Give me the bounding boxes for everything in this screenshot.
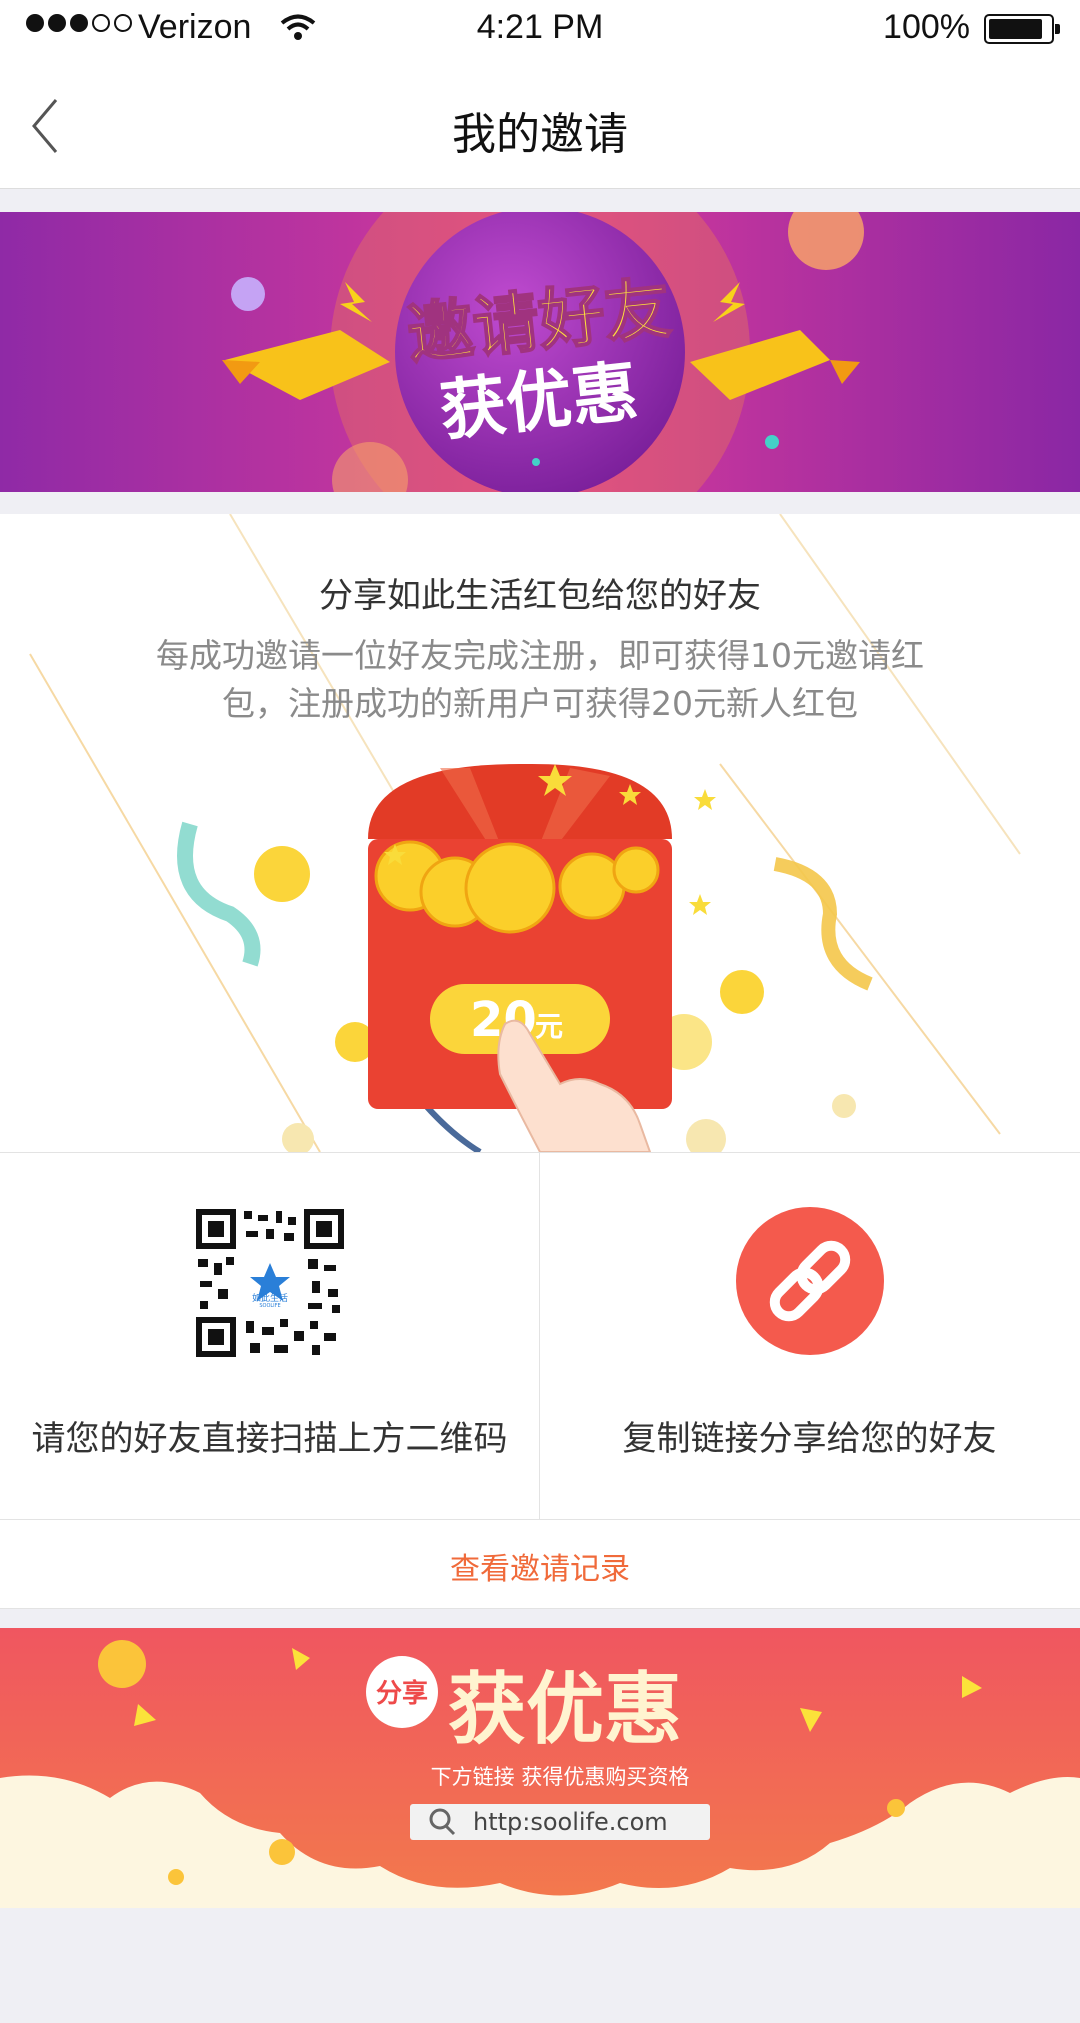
envelope-amount-unit: 元 bbox=[535, 1010, 563, 1043]
page-title: 我的邀请 bbox=[452, 109, 628, 160]
share-headline: 获优惠 bbox=[448, 1665, 682, 1755]
status-bar: Verizon 4:21 PM 100% bbox=[0, 0, 1080, 60]
invite-banner: 邀请好友 获优惠 bbox=[0, 142, 1080, 562]
invite-banner-graphic: 邀请好友 获优惠 bbox=[0, 142, 1080, 562]
qr-code-option[interactable]: 如此生活 SOOLIFE 请您的好友直接扫描上方二维码 bbox=[0, 1153, 539, 1519]
invite-heading: 分享如此生活红包给您的好友 bbox=[319, 576, 761, 616]
qr-code-icon: 如此生活 SOOLIFE bbox=[196, 1209, 344, 1357]
navigation-bar: 我的邀请 bbox=[0, 60, 1080, 189]
copy-link-label: 复制链接分享给您的好友 bbox=[622, 1419, 997, 1459]
invite-description: 每成功邀请一位好友完成注册，即可获得10元邀请红包，注册成功的新用户可获得20元… bbox=[156, 636, 924, 723]
invite-record-row[interactable]: 查看邀请记录 bbox=[0, 1519, 1080, 1609]
share-subline: 下方链接 获得优惠购买资格 bbox=[431, 1765, 690, 1789]
share-badge: 分享 bbox=[376, 1678, 428, 1709]
copy-link-option[interactable]: 复制链接分享给您的好友 bbox=[540, 1153, 1080, 1519]
link-icon bbox=[736, 1207, 884, 1355]
invite-record-link[interactable]: 查看邀请记录 bbox=[0, 1544, 1080, 1588]
battery-percent: 100% bbox=[883, 8, 970, 46]
share-banner-graphic: 分享 获优惠 下方链接 获得优惠购买资格 http:soolife.com bbox=[0, 1628, 1080, 1908]
share-discount-banner[interactable]: 分享 获优惠 下方链接 获得优惠购买资格 http:soolife.com bbox=[0, 1628, 1080, 1908]
share-url: http:soolife.com bbox=[473, 1808, 668, 1836]
qr-logo-sub: SOOLIFE bbox=[259, 1303, 280, 1309]
battery-icon bbox=[984, 14, 1060, 44]
invite-card: 20 元 分享如此生活红包给您的好友 每成功邀请一位好友完成注册，即可获得10元… bbox=[0, 514, 1080, 1152]
qr-code-label: 请您的好友直接扫描上方二维码 bbox=[31, 1419, 508, 1459]
share-options: 如此生活 SOOLIFE 请您的好友直接扫描上方二维码 复制链接分享给您的好友 bbox=[0, 1152, 1080, 1519]
